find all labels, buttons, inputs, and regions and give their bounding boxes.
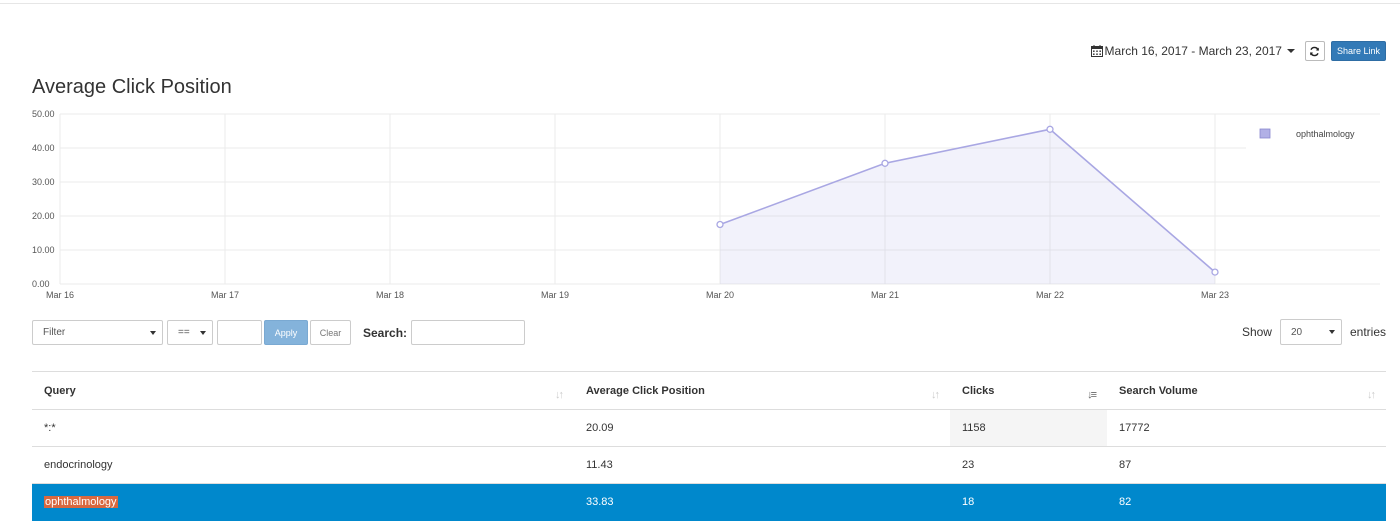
chevron-down-icon (200, 331, 206, 335)
apply-button[interactable]: Apply (264, 320, 308, 345)
x-tick-label: Mar 17 (211, 290, 239, 300)
cell-average-click-position: 11.43 (574, 446, 950, 484)
table-header-row: Query ↓↑ Average Click Position ↓↑ Clicks ↓… (32, 371, 1386, 410)
refresh-icon (1310, 46, 1320, 56)
data-point (881, 159, 889, 167)
cell-query: *:* (32, 409, 574, 447)
cell-average-click-position: 20.09 (574, 409, 950, 447)
sort-icon: ↓↑ (931, 389, 940, 401)
page-length-value: 20 (1290, 326, 1303, 338)
y-tick-label: 40.00 (32, 143, 55, 153)
cell-search-volume: 87 (1107, 446, 1386, 484)
date-toolbar: March 16, 2017 - March 23, 2017 Share Li… (1090, 40, 1386, 62)
date-range-label: March 16, 2017 - March 23, 2017 (1104, 44, 1282, 58)
highlighted-query: ophthalmology (44, 496, 118, 508)
x-tick-label: Mar 20 (706, 290, 734, 300)
page-title: Average Click Position (32, 76, 232, 98)
table-row[interactable]: endocrinology 11.43 23 87 (32, 446, 1386, 484)
caret-down-icon (1286, 49, 1295, 53)
entries-label: entries (1349, 325, 1386, 339)
column-header-label: Query (44, 384, 76, 397)
calendar-icon (1090, 45, 1103, 57)
operator-value: == (178, 327, 190, 338)
x-tick-label: Mar 19 (541, 290, 569, 300)
filter-select-value: Filter (43, 327, 66, 338)
legend-swatch (1259, 128, 1271, 139)
cell-query: endocrinology (32, 446, 574, 484)
cell-search-volume: 17772 (1107, 409, 1386, 447)
column-header-label: Search Volume (1119, 384, 1198, 397)
top-divider (0, 3, 1400, 4)
sort-icon: ↓↑ (555, 389, 564, 401)
filter-select[interactable]: Filter (32, 320, 163, 345)
y-tick-label: 10.00 (32, 245, 55, 255)
average-click-position-chart: 0.00 10.00 20.00 30.00 40.00 50.00 Mar 16 Mar 1… (32, 109, 1380, 300)
legend-label: ophthalmology (1296, 129, 1355, 139)
date-range-picker[interactable]: March 16, 2017 - March 23, 2017 (1090, 44, 1295, 58)
filter-bar: Filter == Apply Clear Search: (32, 320, 526, 345)
x-tick-label: Mar 16 (46, 290, 74, 300)
x-tick-label: Mar 23 (1201, 290, 1229, 300)
cell-average-click-position: 33.83 (574, 483, 950, 521)
sort-icon: ↓↑ (1367, 389, 1376, 401)
y-tick-label: 0.00 (32, 279, 50, 289)
refresh-button[interactable] (1304, 41, 1325, 61)
y-tick-label: 50.00 (32, 109, 55, 119)
chevron-down-icon (150, 331, 156, 335)
filter-value-input[interactable] (217, 320, 262, 345)
y-tick-label: 20.00 (32, 211, 55, 221)
share-link-button[interactable]: Share Link (1330, 41, 1386, 61)
cell-clicks: 18 (950, 483, 1107, 521)
x-tick-label: Mar 18 (376, 290, 404, 300)
data-point (1211, 268, 1219, 276)
search-label: Search: (363, 325, 408, 340)
data-point (716, 220, 724, 229)
cell-query: ophthalmology (32, 483, 574, 521)
cell-clicks: 1158 (950, 409, 1107, 447)
sort-descending-icon: ↓≡ (1087, 389, 1097, 401)
column-header-query[interactable]: Query ↓↑ (32, 371, 574, 410)
operator-select[interactable]: == (167, 320, 213, 345)
page-length-control: Show 20 entries (1242, 319, 1386, 345)
column-header-search-volume[interactable]: Search Volume ↓↑ (1107, 371, 1386, 410)
chevron-down-icon (1328, 330, 1335, 334)
table-row[interactable]: *:* 20.09 1158 17772 (32, 409, 1386, 447)
column-header-label: Clicks (962, 384, 995, 397)
y-tick-label: 30.00 (32, 177, 55, 187)
search-input[interactable] (411, 320, 526, 345)
column-header-clicks[interactable]: Clicks ↓≡ (950, 371, 1107, 410)
cell-clicks: 23 (950, 446, 1107, 484)
cell-search-volume: 82 (1107, 483, 1386, 521)
column-header-average-click-position[interactable]: Average Click Position ↓↑ (574, 371, 950, 410)
column-header-label: Average Click Position (586, 384, 705, 397)
series-area (720, 129, 1215, 284)
results-table: Query ↓↑ Average Click Position ↓↑ Clicks ↓… (32, 371, 1386, 521)
show-label: Show (1241, 325, 1272, 339)
x-tick-label: Mar 21 (871, 290, 899, 300)
table-row-selected[interactable]: ophthalmology 33.83 18 82 (32, 483, 1386, 521)
data-point (1046, 125, 1054, 133)
page-length-select[interactable]: 20 (1279, 319, 1342, 345)
x-tick-label: Mar 22 (1036, 290, 1064, 300)
clear-button[interactable]: Clear (310, 320, 351, 345)
